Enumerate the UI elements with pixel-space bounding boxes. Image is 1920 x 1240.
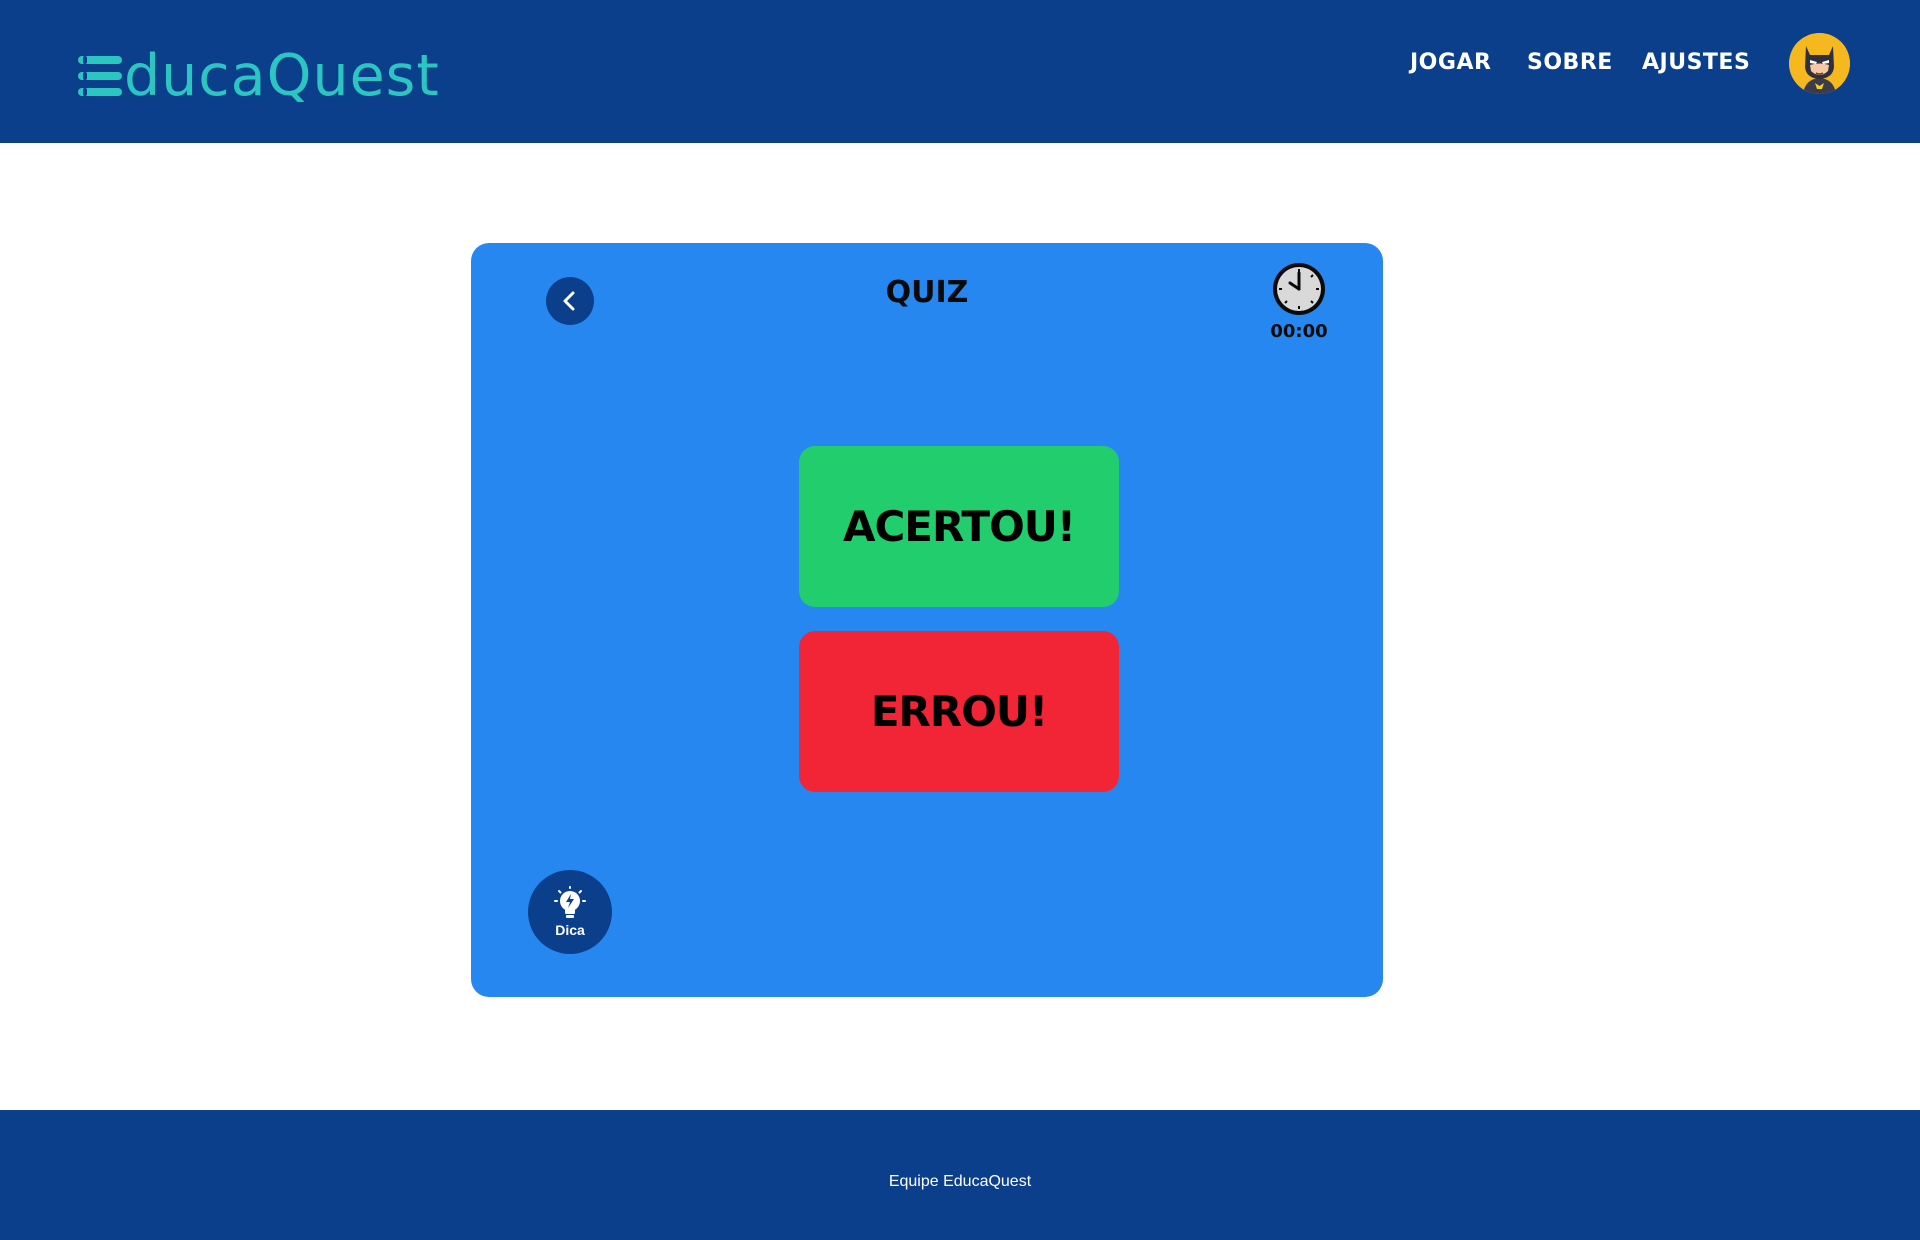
timer: 00:00	[1264, 261, 1334, 342]
logo[interactable]: ducaQuest	[78, 46, 440, 106]
quiz-title: QUIZ	[885, 275, 969, 310]
logo-text: ducaQuest	[124, 42, 440, 109]
nav-ajustes[interactable]: AJUSTES	[1642, 50, 1750, 75]
acertou-button[interactable]: ACERTOU!	[799, 446, 1119, 607]
footer-text: Equipe EducaQuest	[888, 1173, 1032, 1190]
hint-label: Dica	[555, 922, 585, 938]
batman-avatar-icon[interactable]	[1789, 33, 1850, 94]
top-header: ducaQuest JOGAR SOBRE AJUSTES	[0, 0, 1920, 143]
timer-value: 00:00	[1270, 321, 1328, 342]
lightbulb-icon	[554, 886, 586, 918]
logo-e-icon	[78, 53, 122, 99]
hint-button[interactable]: Dica	[528, 870, 612, 954]
clock-icon	[1273, 263, 1325, 315]
errou-button[interactable]: ERROU!	[799, 631, 1119, 792]
quiz-card: QUIZ 00:00 ACERTOU! ERROU! Dica	[471, 243, 1383, 997]
main-content: QUIZ 00:00 ACERTOU! ERROU! Dica	[0, 143, 1920, 1110]
nav-sobre[interactable]: SOBRE	[1527, 50, 1613, 75]
nav-jogar[interactable]: JOGAR	[1410, 50, 1491, 75]
footer: Equipe EducaQuest	[0, 1110, 1920, 1240]
